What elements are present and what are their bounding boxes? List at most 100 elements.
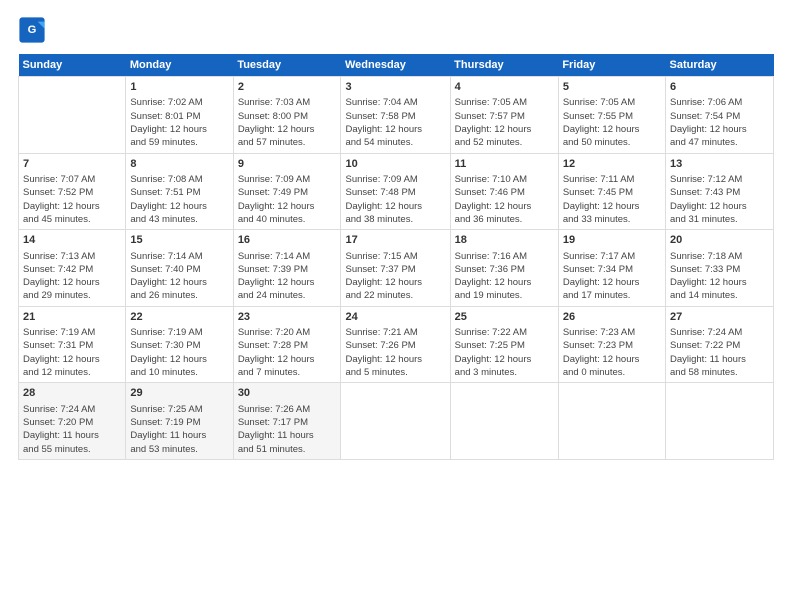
- day-number: 8: [130, 157, 228, 172]
- svg-text:G: G: [28, 24, 37, 36]
- day-cell: [19, 77, 126, 154]
- day-number: 11: [455, 157, 554, 172]
- day-cell: 1Sunrise: 7:02 AMSunset: 8:01 PMDaylight…: [126, 77, 233, 154]
- day-cell: 29 Sunrise: 7:25 AMSunset: 7:19 PMDayligh…: [126, 383, 233, 460]
- day-number: 1: [130, 80, 228, 95]
- day-info: Sunrise: 7:05 AMSunset: 7:57 PMDaylight:…: [455, 96, 554, 149]
- day-info: Sunrise: 7:24 AMSunset: 7:20 PMDaylight:…: [23, 403, 121, 456]
- day-info: Sunrise: 7:16 AMSunset: 7:36 PMDaylight:…: [455, 250, 554, 303]
- day-cell: 14 Sunrise: 7:13 AMSunset: 7:42 PMDayligh…: [19, 230, 126, 307]
- day-cell: 27Sunrise: 7:24 AMSunset: 7:22 PMDayligh…: [666, 306, 774, 383]
- day-info: Sunrise: 7:02 AMSunset: 8:01 PMDaylight:…: [130, 96, 228, 149]
- day-number: 2: [238, 80, 337, 95]
- day-cell: 15 Sunrise: 7:14 AMSunset: 7:40 PMDayligh…: [126, 230, 233, 307]
- day-cell: [666, 383, 774, 460]
- page: G SundayMondayTuesdayWednesdayThursdayFr…: [0, 0, 792, 612]
- logo: G: [18, 16, 48, 44]
- day-info: Sunrise: 7:09 AMSunset: 7:48 PMDaylight:…: [345, 173, 445, 226]
- day-number: 23: [238, 310, 337, 325]
- day-info: Sunrise: 7:25 AMSunset: 7:19 PMDaylight:…: [130, 403, 228, 456]
- header-cell-saturday: Saturday: [666, 54, 774, 77]
- week-row-2: 14 Sunrise: 7:13 AMSunset: 7:42 PMDayligh…: [19, 230, 774, 307]
- calendar-body: 1Sunrise: 7:02 AMSunset: 8:01 PMDaylight…: [19, 77, 774, 460]
- day-cell: 7Sunrise: 7:07 AMSunset: 7:52 PMDaylight…: [19, 153, 126, 230]
- day-number: 6: [670, 80, 769, 95]
- day-number: 28: [23, 386, 121, 401]
- day-cell: [450, 383, 558, 460]
- day-cell: 25Sunrise: 7:22 AMSunset: 7:25 PMDayligh…: [450, 306, 558, 383]
- day-info: Sunrise: 7:19 AMSunset: 7:30 PMDaylight:…: [130, 326, 228, 379]
- day-number: 18: [455, 233, 554, 248]
- header-cell-friday: Friday: [558, 54, 665, 77]
- day-number: 25: [455, 310, 554, 325]
- day-cell: 12Sunrise: 7:11 AMSunset: 7:45 PMDayligh…: [558, 153, 665, 230]
- day-info: Sunrise: 7:18 AMSunset: 7:33 PMDaylight:…: [670, 250, 769, 303]
- day-info: Sunrise: 7:15 AMSunset: 7:37 PMDaylight:…: [345, 250, 445, 303]
- day-cell: 5Sunrise: 7:05 AMSunset: 7:55 PMDaylight…: [558, 77, 665, 154]
- header: G: [18, 16, 774, 44]
- week-row-1: 7Sunrise: 7:07 AMSunset: 7:52 PMDaylight…: [19, 153, 774, 230]
- day-cell: 20Sunrise: 7:18 AMSunset: 7:33 PMDayligh…: [666, 230, 774, 307]
- header-cell-tuesday: Tuesday: [233, 54, 341, 77]
- day-number: 3: [345, 80, 445, 95]
- day-info: Sunrise: 7:09 AMSunset: 7:49 PMDaylight:…: [238, 173, 337, 226]
- day-info: Sunrise: 7:03 AMSunset: 8:00 PMDaylight:…: [238, 96, 337, 149]
- day-cell: 26Sunrise: 7:23 AMSunset: 7:23 PMDayligh…: [558, 306, 665, 383]
- day-info: Sunrise: 7:12 AMSunset: 7:43 PMDaylight:…: [670, 173, 769, 226]
- day-info: Sunrise: 7:26 AMSunset: 7:17 PMDaylight:…: [238, 403, 337, 456]
- day-info: Sunrise: 7:14 AMSunset: 7:40 PMDaylight:…: [130, 250, 228, 303]
- header-cell-monday: Monday: [126, 54, 233, 77]
- day-number: 22: [130, 310, 228, 325]
- day-info: Sunrise: 7:07 AMSunset: 7:52 PMDaylight:…: [23, 173, 121, 226]
- day-info: Sunrise: 7:22 AMSunset: 7:25 PMDaylight:…: [455, 326, 554, 379]
- day-cell: 3Sunrise: 7:04 AMSunset: 7:58 PMDaylight…: [341, 77, 450, 154]
- day-info: Sunrise: 7:24 AMSunset: 7:22 PMDaylight:…: [670, 326, 769, 379]
- day-cell: 11Sunrise: 7:10 AMSunset: 7:46 PMDayligh…: [450, 153, 558, 230]
- day-cell: 13Sunrise: 7:12 AMSunset: 7:43 PMDayligh…: [666, 153, 774, 230]
- day-cell: 23Sunrise: 7:20 AMSunset: 7:28 PMDayligh…: [233, 306, 341, 383]
- logo-icon: G: [18, 16, 46, 44]
- day-info: Sunrise: 7:04 AMSunset: 7:58 PMDaylight:…: [345, 96, 445, 149]
- day-cell: 22Sunrise: 7:19 AMSunset: 7:30 PMDayligh…: [126, 306, 233, 383]
- day-cell: 18 Sunrise: 7:16 AMSunset: 7:36 PMDayligh…: [450, 230, 558, 307]
- day-number: 4: [455, 80, 554, 95]
- day-number: 9: [238, 157, 337, 172]
- header-row: SundayMondayTuesdayWednesdayThursdayFrid…: [19, 54, 774, 77]
- day-info: Sunrise: 7:19 AMSunset: 7:31 PMDaylight:…: [23, 326, 121, 379]
- day-cell: 2Sunrise: 7:03 AMSunset: 8:00 PMDaylight…: [233, 77, 341, 154]
- header-cell-sunday: Sunday: [19, 54, 126, 77]
- day-number: 15: [130, 233, 228, 248]
- day-cell: 4Sunrise: 7:05 AMSunset: 7:57 PMDaylight…: [450, 77, 558, 154]
- day-info: Sunrise: 7:05 AMSunset: 7:55 PMDaylight:…: [563, 96, 661, 149]
- day-number: 26: [563, 310, 661, 325]
- day-number: 7: [23, 157, 121, 172]
- day-number: 14: [23, 233, 121, 248]
- day-info: Sunrise: 7:17 AMSunset: 7:34 PMDaylight:…: [563, 250, 661, 303]
- day-number: 17: [345, 233, 445, 248]
- day-number: 29: [130, 386, 228, 401]
- week-row-0: 1Sunrise: 7:02 AMSunset: 8:01 PMDaylight…: [19, 77, 774, 154]
- day-cell: 9Sunrise: 7:09 AMSunset: 7:49 PMDaylight…: [233, 153, 341, 230]
- day-cell: 8Sunrise: 7:08 AMSunset: 7:51 PMDaylight…: [126, 153, 233, 230]
- day-info: Sunrise: 7:14 AMSunset: 7:39 PMDaylight:…: [238, 250, 337, 303]
- day-info: Sunrise: 7:23 AMSunset: 7:23 PMDaylight:…: [563, 326, 661, 379]
- day-number: 24: [345, 310, 445, 325]
- day-cell: 6Sunrise: 7:06 AMSunset: 7:54 PMDaylight…: [666, 77, 774, 154]
- day-cell: 16Sunrise: 7:14 AMSunset: 7:39 PMDayligh…: [233, 230, 341, 307]
- day-number: 27: [670, 310, 769, 325]
- day-info: Sunrise: 7:06 AMSunset: 7:54 PMDaylight:…: [670, 96, 769, 149]
- day-number: 21: [23, 310, 121, 325]
- week-row-4: 28 Sunrise: 7:24 AMSunset: 7:20 PMDayligh…: [19, 383, 774, 460]
- day-number: 12: [563, 157, 661, 172]
- day-info: Sunrise: 7:21 AMSunset: 7:26 PMDaylight:…: [345, 326, 445, 379]
- day-cell: 24Sunrise: 7:21 AMSunset: 7:26 PMDayligh…: [341, 306, 450, 383]
- day-info: Sunrise: 7:20 AMSunset: 7:28 PMDaylight:…: [238, 326, 337, 379]
- header-cell-wednesday: Wednesday: [341, 54, 450, 77]
- day-cell: 21Sunrise: 7:19 AMSunset: 7:31 PMDayligh…: [19, 306, 126, 383]
- day-info: Sunrise: 7:10 AMSunset: 7:46 PMDaylight:…: [455, 173, 554, 226]
- day-info: Sunrise: 7:11 AMSunset: 7:45 PMDaylight:…: [563, 173, 661, 226]
- day-info: Sunrise: 7:13 AMSunset: 7:42 PMDaylight:…: [23, 250, 121, 303]
- day-number: 30: [238, 386, 337, 401]
- day-info: Sunrise: 7:08 AMSunset: 7:51 PMDaylight:…: [130, 173, 228, 226]
- day-number: 10: [345, 157, 445, 172]
